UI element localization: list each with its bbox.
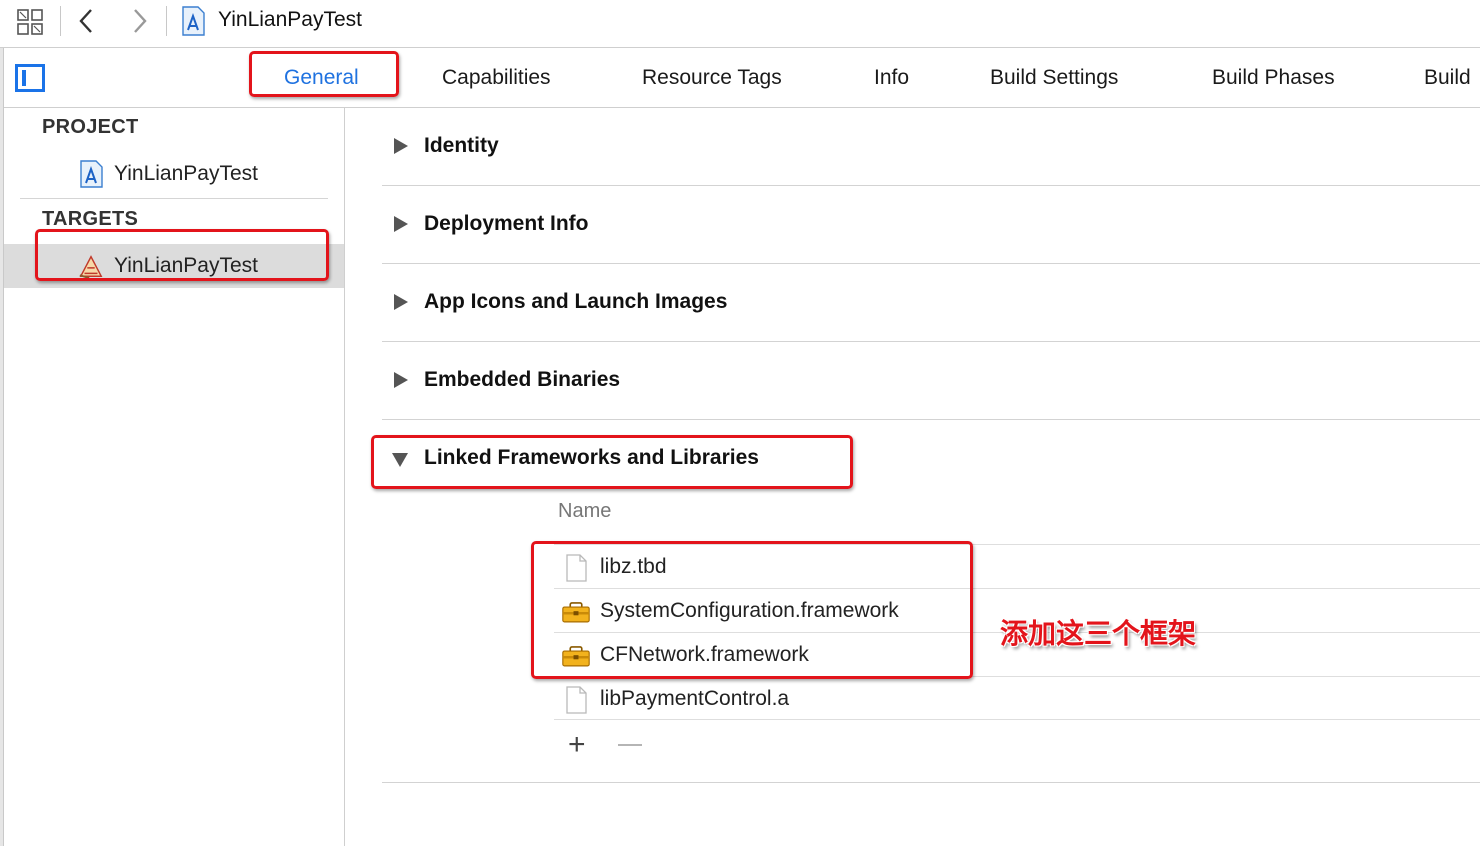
outline-item-label: YinLianPayTest: [114, 162, 258, 185]
section-title: Embedded Binaries: [424, 368, 621, 391]
section-app-icons[interactable]: App Icons and Launch Images: [382, 264, 1480, 342]
forward-chevron-icon[interactable]: [128, 6, 152, 36]
tab-build-rules[interactable]: Build: [1424, 66, 1471, 90]
back-chevron-icon[interactable]: [74, 6, 98, 36]
tab-info[interactable]: Info: [874, 66, 909, 90]
section-identity[interactable]: Identity: [382, 108, 1480, 186]
annotation-text: 添加这三个框架: [1000, 617, 1197, 650]
targets-section-header: TARGETS: [42, 208, 139, 230]
framework-name: SystemConfiguration.framework: [600, 599, 899, 622]
disclosure-triangle-icon[interactable]: [394, 216, 408, 232]
framework-row[interactable]: libPaymentControl.a: [554, 676, 1480, 720]
project-section-header: PROJECT: [42, 116, 139, 138]
section-title: Deployment Info: [424, 212, 589, 235]
editor-tab-bar: General Capabilities Resource Tags Info …: [0, 48, 1480, 108]
tab-build-phases[interactable]: Build Phases: [1212, 66, 1335, 90]
disclosure-triangle-icon[interactable]: [394, 138, 408, 154]
related-items-grid-icon[interactable]: [16, 8, 44, 36]
framework-name: libPaymentControl.a: [600, 687, 790, 710]
section-title: App Icons and Launch Images: [424, 290, 728, 313]
framework-name: CFNetwork.framework: [600, 643, 809, 666]
disclosure-triangle-icon[interactable]: [394, 294, 408, 310]
document-icon: [566, 554, 587, 582]
add-framework-button[interactable]: +: [568, 730, 586, 760]
app-target-icon: [79, 255, 103, 279]
sidebar-toggle-icon[interactable]: [15, 64, 45, 92]
framework-row[interactable]: libz.tbd: [554, 544, 1480, 588]
outline-item-target[interactable]: YinLianPayTest: [4, 244, 344, 288]
outline-item-project[interactable]: YinLianPayTest: [4, 152, 344, 196]
section-embedded-binaries[interactable]: Embedded Binaries: [382, 342, 1480, 420]
tab-general[interactable]: General: [284, 66, 359, 90]
tab-capabilities[interactable]: Capabilities: [442, 66, 551, 90]
section-title: Identity: [424, 134, 499, 157]
toolbar-separator: [166, 6, 167, 36]
toolbox-icon: [562, 602, 590, 623]
breadcrumb-project-name[interactable]: YinLianPayTest: [218, 8, 362, 32]
section-deployment-info[interactable]: Deployment Info: [382, 186, 1480, 264]
section-linked-frameworks[interactable]: Linked Frameworks and Libraries: [382, 420, 1480, 498]
section-title: Linked Frameworks and Libraries: [424, 446, 759, 469]
toolbox-icon: [562, 646, 590, 667]
document-icon: [566, 686, 587, 714]
toolbar-separator: [60, 6, 61, 36]
disclosure-triangle-icon[interactable]: [394, 372, 408, 388]
outline-divider: [20, 198, 328, 199]
frameworks-name-column-header[interactable]: Name: [558, 500, 611, 523]
xcode-project-icon: [80, 160, 103, 188]
toolbar: YinLianPayTest: [0, 0, 1480, 48]
project-targets-outline: PROJECT YinLianPayTest TARGETS YinLianPa…: [4, 108, 345, 846]
outline-item-label: YinLianPayTest: [114, 254, 258, 277]
tab-resource-tags[interactable]: Resource Tags: [642, 66, 782, 90]
section-bottom-divider: [382, 782, 1480, 783]
tab-build-settings[interactable]: Build Settings: [990, 66, 1118, 90]
xcode-project-icon: [182, 6, 205, 36]
remove-framework-button[interactable]: [618, 744, 642, 746]
general-editor: Identity Deployment Info App Icons and L…: [346, 108, 1480, 846]
disclosure-triangle-open-icon[interactable]: [392, 453, 408, 467]
framework-name: libz.tbd: [600, 555, 667, 578]
